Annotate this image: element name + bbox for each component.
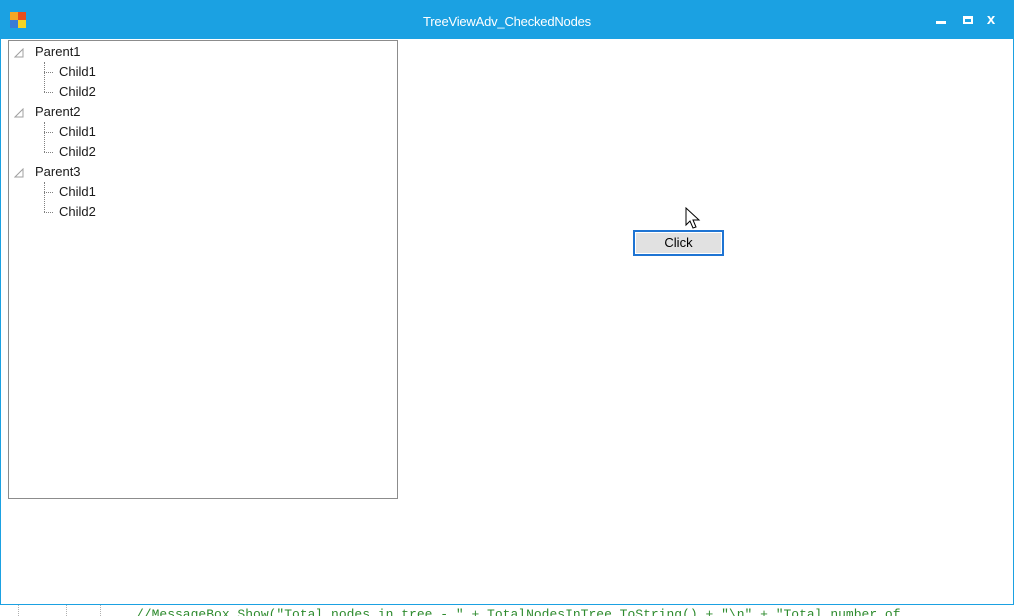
indent-guide [66,605,67,616]
tree-node-parent3[interactable]: Parent3 [35,162,81,182]
tree-line [44,182,45,212]
tree-line [44,152,53,153]
tree-line [44,72,53,73]
tree-node-parent1[interactable]: Parent1 [35,42,81,62]
tree-line [44,212,53,213]
click-button[interactable]: Click [633,230,724,256]
tree-view[interactable]: Parent1 Child1 Child2 Parent2 Child1 Chi… [8,40,398,499]
tree-node-child[interactable]: Child2 [59,142,96,162]
title-bar[interactable]: TreeViewAdv_CheckedNodes x [1,1,1013,39]
tree-line [44,122,45,152]
tree-node-child[interactable]: Child1 [59,122,96,142]
tree-node-child[interactable]: Child2 [59,202,96,222]
mouse-cursor-icon [685,206,701,236]
tree-node-child[interactable]: Child1 [59,182,96,202]
application-window: TreeViewAdv_CheckedNodes x Parent1 Child… [0,0,1014,605]
expander-icon[interactable] [13,166,24,178]
minimize-button[interactable] [932,10,952,30]
maximize-button[interactable] [958,10,978,30]
code-editor-strip: //MessageBox.Show("Total nodes in tree -… [0,605,1014,616]
maximize-icon [963,16,973,24]
tree-line [44,192,53,193]
indent-guide [100,605,101,616]
tree-line [44,62,45,92]
tree-node-child[interactable]: Child1 [59,62,96,82]
code-line: //MessageBox.Show("Total nodes in tree -… [136,607,901,616]
close-button[interactable]: x [981,10,1001,30]
tree-line [44,132,53,133]
indent-guide [18,605,19,616]
close-icon: x [986,11,996,28]
tree-node-parent2[interactable]: Parent2 [35,102,81,122]
window-title: TreeViewAdv_CheckedNodes [423,14,591,29]
expander-icon[interactable] [13,106,24,118]
tree-line [44,92,53,93]
minimize-icon [936,21,946,24]
expander-icon[interactable] [13,46,24,58]
tree-node-child[interactable]: Child2 [59,82,96,102]
